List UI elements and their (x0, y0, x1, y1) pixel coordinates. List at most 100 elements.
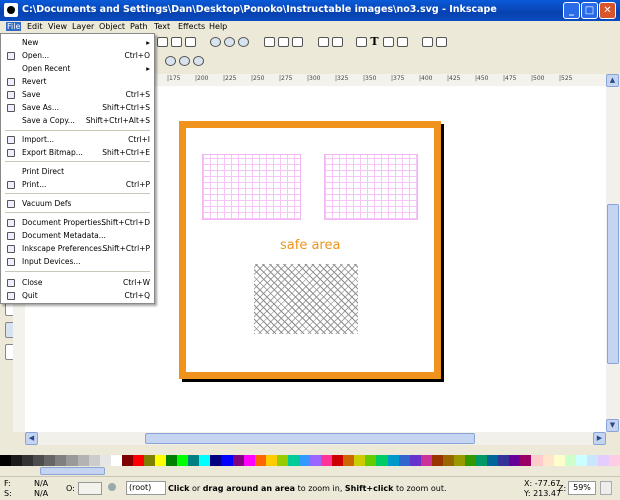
gray-butterfly-pattern[interactable] (254, 264, 358, 334)
menu-item-shortcut: Ctrl+I (128, 135, 150, 144)
layer-visibility-icon[interactable] (108, 483, 116, 491)
file-menu-item-print[interactable]: Print... Ctrl+P (1, 179, 154, 191)
xml-editor-icon[interactable] (383, 37, 394, 47)
menu-item-shortcut: Ctrl+O (124, 51, 150, 60)
menu-edit[interactable]: Edit (27, 22, 43, 31)
scroll-left-icon[interactable]: ◀ (25, 432, 38, 445)
input-devices-icon (7, 258, 15, 266)
submenu-arrow-icon: ▸ (146, 38, 150, 47)
palette-scroll-thumb[interactable] (40, 467, 105, 475)
menu-effects[interactable]: Effects (178, 22, 205, 31)
document-properties-toolbar-icon[interactable] (436, 37, 447, 47)
stroke-label: S: (4, 489, 12, 498)
ruler-tick-label: |350 (363, 75, 377, 82)
menu-item-label: Print Direct (22, 167, 65, 176)
maximize-button[interactable]: □ (581, 2, 598, 19)
pink-grid-right[interactable] (324, 154, 418, 220)
zoom-out-icon[interactable] (179, 56, 190, 66)
align-distribute-icon[interactable] (397, 37, 408, 47)
zoom-field[interactable]: 59% (568, 481, 596, 495)
palette-scrollbar[interactable] (0, 466, 620, 476)
paste-icon[interactable] (157, 37, 168, 47)
group-icon[interactable] (318, 37, 329, 47)
menu-layer[interactable]: Layer (72, 22, 94, 31)
horizontal-scrollbar[interactable]: ◀ ▶ (25, 432, 606, 445)
zoom-drawing-icon[interactable] (224, 37, 235, 47)
file-menu-item-vacuum-defs[interactable]: Vacuum Defs (1, 198, 154, 210)
horizontal-scroll-thumb[interactable] (145, 433, 475, 444)
ruler-tick-label: |300 (307, 75, 321, 82)
text-font-icon[interactable]: T (369, 36, 380, 47)
file-menu-item-open[interactable]: Open... Ctrl+O (1, 50, 154, 62)
document-properties-icon (7, 219, 15, 227)
duplicate-icon[interactable] (264, 37, 275, 47)
ruler-tick-label: |250 (251, 75, 265, 82)
cut-icon[interactable] (171, 37, 182, 47)
file-menu-item-input-devices[interactable]: Input Devices... (1, 256, 154, 268)
vertical-scroll-thumb[interactable] (607, 204, 619, 364)
status-msg-shiftclick: Shift+click (344, 484, 394, 493)
file-menu-item-open-recent[interactable]: Open Recent ▸ (1, 63, 154, 75)
opacity-spinbox[interactable] (78, 482, 102, 495)
file-menu-item-close[interactable]: Close Ctrl+W (1, 277, 154, 289)
menu-item-label: Revert (22, 77, 47, 86)
preferences-toolbar-icon[interactable] (422, 37, 433, 47)
status-bar: F: N/A S: N/A O: (root) Click or drag ar… (0, 476, 620, 500)
zoom-page-icon[interactable] (238, 37, 249, 47)
file-menu-item-import[interactable]: Import... Ctrl+I (1, 134, 154, 146)
import-icon (7, 136, 15, 144)
zoom-in-icon[interactable] (165, 56, 176, 66)
menu-object[interactable]: Object (99, 22, 125, 31)
menu-item-label: Close (22, 278, 43, 287)
vertical-scrollbar[interactable]: ▲ ▼ (606, 74, 620, 432)
zoom-1to1-icon[interactable] (193, 56, 204, 66)
minimize-button[interactable]: _ (563, 2, 580, 19)
menu-item-label: Export Bitmap... (22, 148, 83, 157)
ungroup-icon[interactable] (332, 37, 343, 47)
file-menu-item-inkscape-preferences[interactable]: Inkscape Preferences... Shift+Ctrl+P (1, 243, 154, 255)
ruler-tick-label: |275 (279, 75, 293, 82)
window-title: C:\Documents and Settings\Dan\Desktop\Po… (22, 4, 497, 15)
status-msg-zoomout: to zoom out. (393, 484, 447, 493)
scroll-up-icon[interactable]: ▲ (606, 74, 619, 87)
menu-file[interactable]: File (6, 22, 22, 31)
file-menu-item-save-as[interactable]: Save As... Shift+Ctrl+S (1, 102, 154, 114)
close-window-button[interactable]: ✕ (599, 2, 616, 19)
menu-item-shortcut: Shift+Ctrl+D (101, 218, 150, 227)
open-icon (7, 52, 15, 60)
clone-icon[interactable] (278, 37, 289, 47)
unlink-clone-icon[interactable] (292, 37, 303, 47)
layer-select[interactable]: (root) (126, 481, 166, 495)
menu-help[interactable]: Help (209, 22, 227, 31)
file-menu-item-export-bitmap[interactable]: Export Bitmap... Shift+Ctrl+E (1, 147, 154, 159)
submenu-arrow-icon: ▸ (146, 64, 150, 73)
menu-item-shortcut: Shift+Ctrl+E (102, 148, 150, 157)
y-coordinate: Y: 213.47 (524, 489, 562, 498)
file-menu-item-new[interactable]: New ▸ (1, 37, 154, 49)
file-menu-item-print-direct[interactable]: Print Direct (1, 166, 154, 178)
file-menu-item-revert[interactable]: Revert (1, 76, 154, 88)
menu-view[interactable]: View (48, 22, 67, 31)
copy-icon[interactable] (185, 37, 196, 47)
menu-item-shortcut: Shift+Ctrl+Alt+S (85, 116, 150, 125)
file-menu-item-save[interactable]: Save Ctrl+S (1, 89, 154, 101)
file-menu-item-quit[interactable]: Quit Ctrl+Q (1, 290, 154, 302)
menu-path[interactable]: Path (130, 22, 148, 31)
scroll-right-icon[interactable]: ▶ (593, 432, 606, 445)
fill-stroke-icon[interactable] (356, 37, 367, 47)
palette-swatch[interactable] (608, 455, 620, 466)
resize-grip-icon[interactable] (600, 481, 612, 495)
scroll-down-icon[interactable]: ▼ (606, 419, 619, 432)
menu-text[interactable]: Text (154, 22, 170, 31)
file-menu-item-save-a-copy[interactable]: Save a Copy... Shift+Ctrl+Alt+S (1, 115, 154, 127)
color-palette[interactable] (0, 455, 620, 466)
ruler-tick-label: |375 (391, 75, 405, 82)
file-menu-item-document-properties[interactable]: Document Properties... Shift+Ctrl+D (1, 217, 154, 229)
pink-grid-left[interactable] (202, 154, 301, 220)
ruler-tick-label: |325 (335, 75, 349, 82)
ruler-tick-label: |500 (531, 75, 545, 82)
zoom-selection-icon[interactable] (210, 37, 221, 47)
menu-item-label: Document Properties... (22, 218, 109, 227)
file-menu-item-document-metadata[interactable]: Document Metadata... (1, 230, 154, 242)
ruler-tick-label: |175 (167, 75, 181, 82)
